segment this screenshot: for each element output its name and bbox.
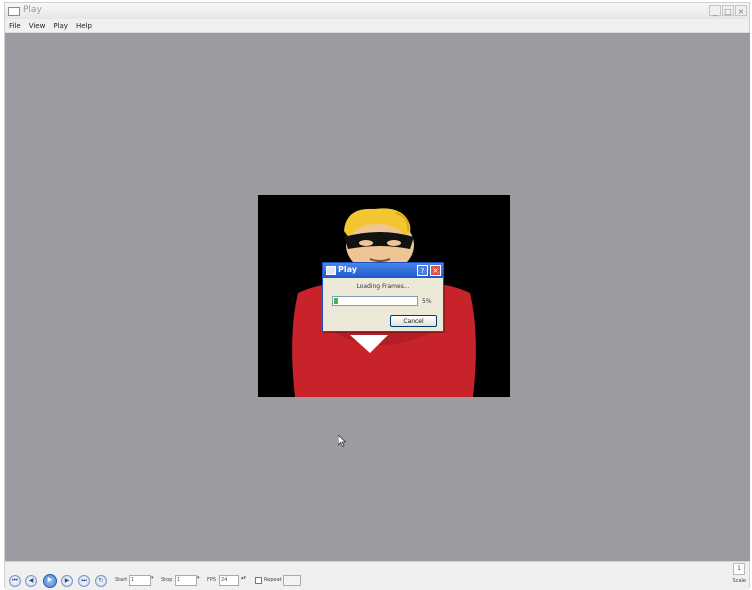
title-bar[interactable]: Play _ □ × <box>5 3 749 19</box>
loop-icon[interactable]: ↻ <box>95 575 107 587</box>
dialog-title-bar[interactable]: Play ? × <box>323 263 443 278</box>
stop-field[interactable]: 1 <box>175 575 197 586</box>
menu-bar: File View Play Help <box>5 19 749 33</box>
window-controls: _ □ × <box>709 5 747 17</box>
step-forward-icon[interactable]: ▶ <box>61 575 73 587</box>
menu-play[interactable]: Play <box>49 22 72 30</box>
mouse-cursor-icon <box>338 435 346 447</box>
help-icon[interactable]: ? <box>417 265 428 276</box>
progress-bar <box>332 296 418 306</box>
cancel-button[interactable]: Cancel <box>390 315 437 327</box>
skip-to-start-icon[interactable]: ⏮ <box>9 575 21 587</box>
fps-field[interactable]: 24 <box>219 575 239 586</box>
scale-label: Scale <box>732 578 746 584</box>
dialog-app-icon <box>326 266 336 275</box>
app-icon <box>8 7 20 16</box>
repeat-checkbox[interactable] <box>255 577 262 584</box>
menu-help[interactable]: Help <box>72 22 96 30</box>
progress-percent: 5% <box>422 298 432 305</box>
fps-label: FPS <box>207 577 217 583</box>
close-button[interactable]: × <box>735 5 747 16</box>
fps-spinner-icon[interactable]: ▴▾ <box>241 575 246 586</box>
stop-spinner-icon[interactable]: ▾ <box>197 575 202 586</box>
step-back-icon[interactable]: ◀ <box>25 575 37 587</box>
repeat-label: Repeat <box>264 577 282 583</box>
stop-label: Stop <box>161 577 173 583</box>
start-label: Start <box>115 577 128 583</box>
menu-view[interactable]: View <box>25 22 50 30</box>
dialog-title: Play <box>338 265 357 274</box>
menu-file[interactable]: File <box>5 22 25 30</box>
app-window: Play _ □ × File View Play Help Play ? × … <box>4 2 750 590</box>
zoom-control[interactable]: 1 <box>733 563 745 575</box>
window-title: Play <box>23 5 42 15</box>
loading-dialog: Play ? × Loading Frames... 5% Cancel <box>322 262 444 332</box>
dialog-close-button[interactable]: × <box>430 265 441 276</box>
loading-message: Loading Frames... <box>356 283 410 290</box>
playback-toolbar: ⏮ ◀ ▶ ▶ ⏭ ↻ Start 1 ▾ Stop 1 ▾ FPS 24 ▴▾… <box>5 561 749 590</box>
minimize-button[interactable]: _ <box>709 5 721 16</box>
skip-to-end-icon[interactable]: ⏭ <box>78 575 90 587</box>
play-icon[interactable]: ▶ <box>43 574 57 588</box>
maximize-button[interactable]: □ <box>722 5 734 16</box>
repeat-field[interactable] <box>283 575 301 586</box>
start-field[interactable]: 1 <box>129 575 151 586</box>
start-spinner-icon[interactable]: ▾ <box>151 575 156 586</box>
progress-fill <box>334 298 338 304</box>
